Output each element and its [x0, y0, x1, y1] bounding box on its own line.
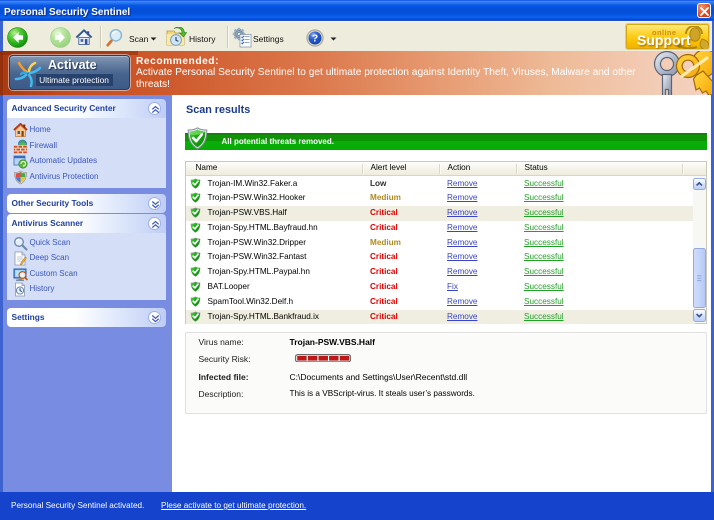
svg-text:?: ? [312, 34, 318, 45]
